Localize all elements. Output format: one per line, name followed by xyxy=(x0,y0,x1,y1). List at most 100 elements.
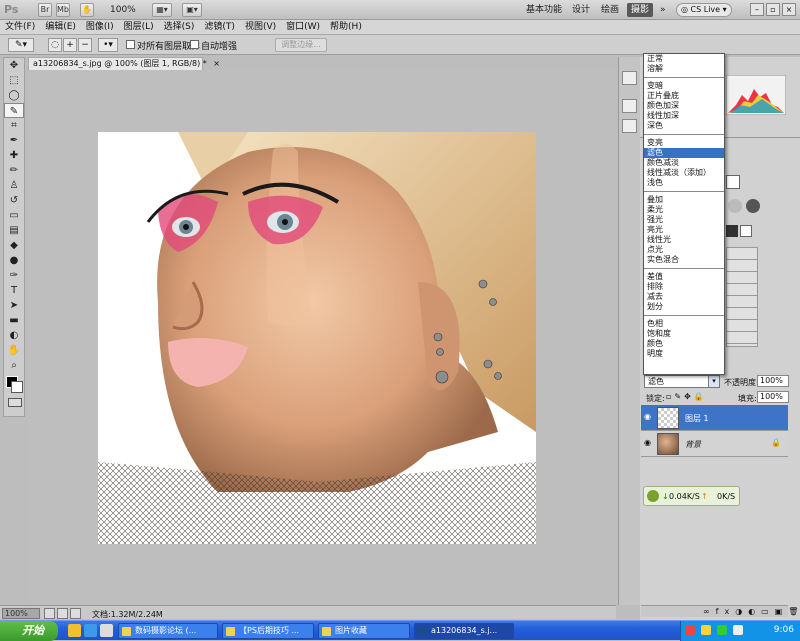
blend-option[interactable]: 叠加 xyxy=(644,195,724,205)
nav-next-icon[interactable] xyxy=(70,608,81,619)
workspace-painting[interactable]: 绘画 xyxy=(597,3,623,17)
eyedropper-tool-icon[interactable]: ✒ xyxy=(4,133,24,148)
blend-option[interactable]: 正常 xyxy=(644,54,724,64)
3d-rotate-tool-icon[interactable]: ◐ xyxy=(4,328,24,343)
tray-icon[interactable] xyxy=(701,625,711,635)
marquee-tool-icon[interactable]: ⬚ xyxy=(4,73,24,88)
eraser-tool-icon[interactable]: ▭ xyxy=(4,208,24,223)
invert-icon[interactable] xyxy=(726,225,738,237)
lock-icons[interactable]: ▫✎✥🔒 xyxy=(666,392,707,401)
menu-filter[interactable]: 滤镜(T) xyxy=(199,20,240,35)
layer-row-layer1[interactable]: ◉ 图层 1 xyxy=(641,405,788,431)
close-document-icon[interactable]: × xyxy=(213,59,220,68)
menu-file[interactable]: 文件(F) xyxy=(0,20,40,35)
ie-icon[interactable] xyxy=(84,624,97,637)
levels-adjustment-icon[interactable] xyxy=(726,175,740,189)
pen-tool-icon[interactable]: ✑ xyxy=(4,268,24,283)
gradient-map-icon[interactable] xyxy=(740,225,752,237)
workspace-design[interactable]: 设计 xyxy=(568,3,594,17)
quicklaunch-icon[interactable] xyxy=(68,624,81,637)
blend-option[interactable]: 饱和度 xyxy=(644,329,724,339)
blend-option[interactable]: 颜色 xyxy=(644,339,724,349)
blend-option[interactable]: 线性减淡（添加） xyxy=(644,168,724,178)
color-swatches[interactable] xyxy=(6,376,24,407)
bridge-button[interactable]: Br xyxy=(38,3,52,17)
type-tool-icon[interactable]: T xyxy=(4,283,24,298)
blend-option[interactable]: 排除 xyxy=(644,282,724,292)
volume-icon[interactable] xyxy=(733,625,743,635)
blend-option[interactable]: 点光 xyxy=(644,245,724,255)
portrait-photo[interactable] xyxy=(98,132,536,544)
menu-select[interactable]: 选择(S) xyxy=(159,20,200,35)
menu-help[interactable]: 帮助(H) xyxy=(325,20,367,35)
auto-enhance-checkbox[interactable] xyxy=(190,40,199,49)
blend-mode-select[interactable]: 滤色 ▾ xyxy=(644,375,720,388)
refine-edge-button[interactable]: 调整边缘... xyxy=(275,38,327,52)
blend-mode-dropdown-list[interactable]: 正常 溶解 变暗 正片叠底 颜色加深 线性加深 深色 变亮 滤色 颜色减淡 线性减淡（添加） 浅色 叠加… xyxy=(643,53,725,375)
shape-tool-icon[interactable]: ▬ xyxy=(4,313,24,328)
cs-live-button[interactable]: ◎ CS Live ▾ xyxy=(676,3,732,17)
taskbar-item-photoshop[interactable]: a13206834_s.j... xyxy=(414,623,514,639)
screen-mode-button[interactable]: ▣▾ xyxy=(182,3,202,17)
color-balance-icon[interactable] xyxy=(728,199,742,213)
menu-view[interactable]: 视图(V) xyxy=(240,20,281,35)
menu-window[interactable]: 窗口(W) xyxy=(281,20,325,35)
blend-option[interactable]: 滤色 xyxy=(644,148,724,158)
hand-tool-button[interactable]: ✋ xyxy=(80,3,94,17)
nav-first-icon[interactable] xyxy=(44,608,55,619)
workspace-essentials[interactable]: 基本功能 xyxy=(522,3,566,17)
healing-brush-tool-icon[interactable]: ✚ xyxy=(4,148,24,163)
menu-layer[interactable]: 图层(L) xyxy=(119,20,159,35)
layer-actions-icons[interactable]: ∞fx◑◐▭▣🗑 xyxy=(703,607,800,616)
blend-option[interactable]: 颜色减淡 xyxy=(644,158,724,168)
taskbar-item-forum[interactable]: 数码摄影论坛 (... xyxy=(118,623,218,639)
quick-selection-tool-icon[interactable]: ✎ xyxy=(4,103,24,118)
fill-field[interactable]: 100% xyxy=(757,391,789,403)
path-selection-tool-icon[interactable]: ➤ xyxy=(4,298,24,313)
blend-option[interactable]: 差值 xyxy=(644,272,724,282)
blend-option[interactable]: 实色混合 xyxy=(644,255,724,265)
opacity-field[interactable]: 100% xyxy=(757,375,789,387)
blend-option[interactable]: 线性光 xyxy=(644,235,724,245)
close-window-button[interactable]: × xyxy=(782,3,796,16)
clone-stamp-tool-icon[interactable]: ♙ xyxy=(4,178,24,193)
new-selection-icon[interactable]: ◌ xyxy=(48,38,62,52)
blend-option[interactable]: 线性加深 xyxy=(644,111,724,121)
menu-image[interactable]: 图像(I) xyxy=(81,20,119,35)
workspace-photography[interactable]: 摄影 xyxy=(627,3,654,17)
blend-option[interactable]: 变亮 xyxy=(644,138,724,148)
zoom-tool-icon[interactable]: ⌕ xyxy=(4,358,24,373)
blend-option[interactable]: 亮光 xyxy=(644,225,724,235)
blend-option[interactable]: 溶解 xyxy=(644,64,724,74)
document-tab[interactable]: a13206834_s.jpg @ 100% (图层 1, RGB/8) * × xyxy=(28,57,220,70)
blend-option[interactable]: 浅色 xyxy=(644,178,724,188)
blend-option[interactable]: 深色 xyxy=(644,121,724,131)
minimize-button[interactable]: – xyxy=(750,3,764,16)
start-button[interactable]: 开始 xyxy=(0,621,58,641)
blend-option[interactable]: 柔光 xyxy=(644,205,724,215)
sample-all-layers-checkbox[interactable] xyxy=(126,40,135,49)
lasso-tool-icon[interactable]: ◯ xyxy=(4,88,24,103)
taskbar-item-ps-tips[interactable]: 【PS后期技巧 ... xyxy=(222,623,314,639)
minibridge-button[interactable]: Mb xyxy=(56,3,70,17)
eye-icon[interactable]: ◉ xyxy=(644,413,654,421)
actions-panel-icon[interactable] xyxy=(622,99,637,113)
blur-tool-icon[interactable]: ◆ xyxy=(4,238,24,253)
brush-tool-icon[interactable]: ✏ xyxy=(4,163,24,178)
blend-option[interactable]: 颜色加深 xyxy=(644,101,724,111)
quick-mask-icon[interactable] xyxy=(8,398,22,407)
gradient-tool-icon[interactable]: ▤ xyxy=(4,223,24,238)
tray-icon[interactable] xyxy=(717,625,727,635)
history-brush-tool-icon[interactable]: ↺ xyxy=(4,193,24,208)
desktop-icon[interactable] xyxy=(100,624,113,637)
dodge-tool-icon[interactable]: ● xyxy=(4,253,24,268)
black-white-icon[interactable] xyxy=(746,199,760,213)
blend-option[interactable]: 减去 xyxy=(644,292,724,302)
layer-row-background[interactable]: ◉ 背景 🔒 xyxy=(641,431,788,457)
menu-edit[interactable]: 编辑(E) xyxy=(40,20,81,35)
move-tool-icon[interactable]: ✥ xyxy=(4,58,24,73)
brush-size-picker[interactable]: •▾ xyxy=(98,38,118,52)
history-panel-icon[interactable] xyxy=(622,71,637,85)
blend-option[interactable]: 变暗 xyxy=(644,81,724,91)
zoom-field[interactable]: 100% xyxy=(2,608,40,619)
